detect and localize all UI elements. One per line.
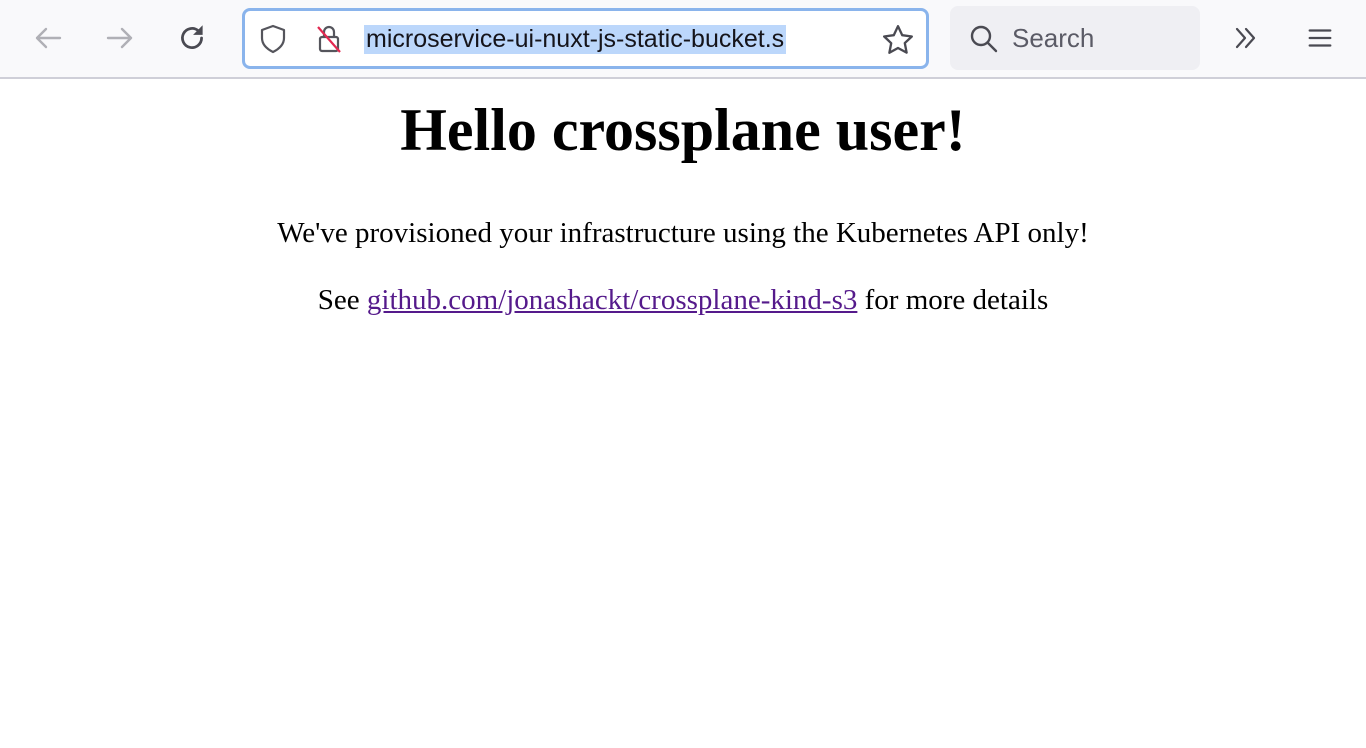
search-placeholder: Search — [1012, 23, 1095, 53]
page-content: Hello crossplane user! We've provisioned… — [0, 80, 1366, 317]
menu-button[interactable] — [1300, 18, 1340, 58]
details-text: See github.com/jonashackt/crossplane-kin… — [0, 284, 1366, 317]
back-arrow-icon — [35, 27, 62, 49]
forward-button[interactable] — [100, 18, 140, 58]
address-bar[interactable]: microservice-ui-nuxt-js-static-bucket.s — [242, 8, 929, 69]
details-prefix: See — [317, 284, 367, 316]
reload-icon — [181, 25, 203, 49]
hamburger-menu-icon — [1308, 29, 1332, 47]
url-text[interactable]: microservice-ui-nuxt-js-static-bucket.s — [364, 25, 787, 54]
page-title: Hello crossplane user! — [400, 97, 966, 163]
shield-icon[interactable] — [257, 23, 289, 55]
search-box[interactable]: Search — [950, 6, 1200, 70]
forward-arrow-icon — [106, 27, 133, 49]
chevron-double-right-icon — [1235, 27, 1256, 49]
insecure-lock-icon[interactable] — [313, 23, 345, 55]
browser-toolbar: microservice-ui-nuxt-js-static-bucket.s … — [0, 0, 1366, 79]
back-button[interactable] — [28, 18, 68, 58]
overflow-button[interactable] — [1226, 18, 1266, 58]
details-suffix: for more details — [857, 284, 1049, 316]
star-icon[interactable] — [881, 23, 915, 57]
intro-text: We've provisioned your infrastructure us… — [277, 217, 1089, 249]
reload-button[interactable] — [172, 18, 212, 58]
search-icon — [970, 25, 998, 53]
github-link[interactable]: github.com/jonashackt/crossplane-kind-s3 — [367, 284, 857, 316]
